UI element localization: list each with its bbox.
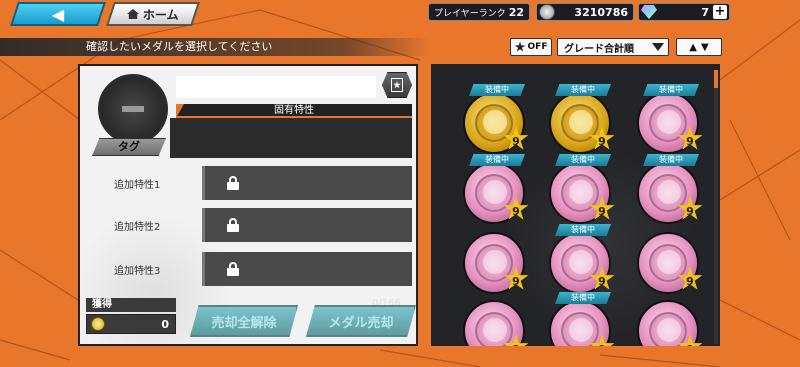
coin-counter: 3210786 xyxy=(536,3,634,21)
medal-item[interactable]: 装備中9 xyxy=(625,154,711,232)
additional-trait-row-3: 追加特性3 xyxy=(80,252,416,286)
medal-figure-icon xyxy=(569,110,593,134)
dropdown-triangle-icon xyxy=(652,43,664,51)
equipped-badge: 装備中 xyxy=(469,154,525,166)
arrow-up-icon: ▲ xyxy=(689,41,697,53)
favorite-filter-state: OFF xyxy=(527,42,548,52)
unique-trait-body xyxy=(170,118,412,158)
favorite-filter-button[interactable]: OFF xyxy=(510,38,552,56)
medal-coin xyxy=(463,162,525,224)
coin-value: 3210786 xyxy=(574,5,628,19)
medal-figure-icon xyxy=(483,180,507,204)
medal-item[interactable]: 9 xyxy=(451,224,537,302)
medal-item[interactable]: 装備中9 xyxy=(625,84,711,162)
acquired-panel: 獲得 0 xyxy=(82,296,178,340)
sort-label: グレード合計順 xyxy=(564,43,634,55)
gem-counter: 7 + xyxy=(638,3,730,21)
trait-label: 追加特性2 xyxy=(114,222,161,233)
medal-coin xyxy=(637,92,699,154)
lock-icon xyxy=(227,218,239,232)
sort-dropdown[interactable]: グレード合計順 xyxy=(557,38,669,56)
medal-figure-icon xyxy=(483,318,507,342)
back-arrow-icon: ◀ xyxy=(51,4,65,24)
favorite-button[interactable] xyxy=(382,72,412,98)
additional-trait-row-1: 追加特性1 xyxy=(80,166,416,200)
trait-box xyxy=(202,208,412,242)
medal-item[interactable]: 9 xyxy=(625,292,711,346)
medal-item[interactable]: 9 xyxy=(451,292,537,346)
home-label: ホーム xyxy=(143,7,179,22)
medal-figure-icon xyxy=(569,318,593,342)
coin-icon xyxy=(539,4,555,20)
arrow-down-icon: ▼ xyxy=(701,41,709,53)
gem-value: 7 xyxy=(701,5,709,19)
medal-figure-icon xyxy=(483,110,507,134)
medal-figure-icon xyxy=(569,180,593,204)
medal-figure-icon xyxy=(569,250,593,274)
medal-coin-icon xyxy=(91,317,105,331)
medal-figure-icon xyxy=(657,110,681,134)
equipped-badge: 装備中 xyxy=(555,84,611,96)
medal-figure-icon xyxy=(657,180,681,204)
trait-box xyxy=(202,252,412,286)
instruction-bar: 確認したいメダルを選択してください xyxy=(0,38,430,56)
player-rank: プレイヤーランク 22 xyxy=(428,3,530,21)
home-icon xyxy=(127,9,139,19)
medal-coin xyxy=(549,232,611,294)
medal-name-field xyxy=(176,76,376,98)
medal-item[interactable]: 装備中9 xyxy=(451,154,537,232)
unique-trait-header: 固有特性 xyxy=(176,104,412,118)
acquired-label: 獲得 xyxy=(86,298,176,312)
selected-medal-slot[interactable] xyxy=(98,74,168,144)
equipped-badge: 装備中 xyxy=(555,224,611,236)
medal-item[interactable]: 装備中9 xyxy=(537,292,623,346)
equipped-badge: 装備中 xyxy=(643,154,699,166)
medal-list-panel: 装備中9装備中9装備中9装備中9装備中9装備中99装備中999装備中99 xyxy=(428,64,720,346)
empty-slot-icon xyxy=(122,106,144,112)
medal-item[interactable]: 装備中9 xyxy=(537,84,623,162)
equipped-badge: 装備中 xyxy=(469,84,525,96)
acquired-value: 0 xyxy=(161,317,169,331)
trait-box xyxy=(202,166,412,200)
player-rank-label: プレイヤーランク xyxy=(434,8,506,19)
sell-medal-button[interactable]: メダル売却 xyxy=(306,305,416,337)
lock-icon xyxy=(227,262,239,276)
medal-item[interactable]: 9 xyxy=(625,224,711,302)
scrollbar-thumb[interactable] xyxy=(714,70,718,88)
lock-icon xyxy=(227,176,239,190)
add-gems-button[interactable]: + xyxy=(713,5,727,19)
sort-order-button[interactable]: ▲ ▼ xyxy=(676,38,722,56)
favorite-star-icon xyxy=(393,81,401,89)
instruction-text: 確認したいメダルを選択してください xyxy=(86,40,273,53)
medal-coin xyxy=(637,232,699,294)
medal-coin xyxy=(549,92,611,154)
equipped-badge: 装備中 xyxy=(555,292,611,304)
tag-button[interactable]: タグ xyxy=(92,138,166,156)
medal-figure-icon xyxy=(483,250,507,274)
trait-label: 追加特性1 xyxy=(114,180,161,191)
back-button[interactable]: ◀ xyxy=(10,2,106,26)
release-all-button[interactable]: 売却全解除 xyxy=(190,305,298,337)
trait-label: 追加特性3 xyxy=(114,266,161,277)
additional-trait-row-2: 追加特性2 xyxy=(80,208,416,242)
medal-coin xyxy=(637,162,699,224)
equipped-badge: 装備中 xyxy=(555,154,611,166)
medal-coin xyxy=(463,92,525,154)
medal-item[interactable]: 装備中9 xyxy=(537,224,623,302)
medal-coin xyxy=(549,162,611,224)
player-rank-value: 22 xyxy=(508,5,524,19)
medal-item[interactable]: 装備中9 xyxy=(451,84,537,162)
medal-coin xyxy=(463,232,525,294)
scrollbar-track[interactable] xyxy=(714,70,718,344)
star-icon xyxy=(514,41,526,52)
medal-figure-icon xyxy=(657,250,681,274)
acquired-box: 0 xyxy=(86,314,176,334)
equipped-badge: 装備中 xyxy=(643,84,699,96)
medal-figure-icon xyxy=(657,318,681,342)
medal-item[interactable]: 装備中9 xyxy=(537,154,623,232)
home-button[interactable]: ホーム xyxy=(106,2,200,26)
gem-icon xyxy=(641,5,657,19)
